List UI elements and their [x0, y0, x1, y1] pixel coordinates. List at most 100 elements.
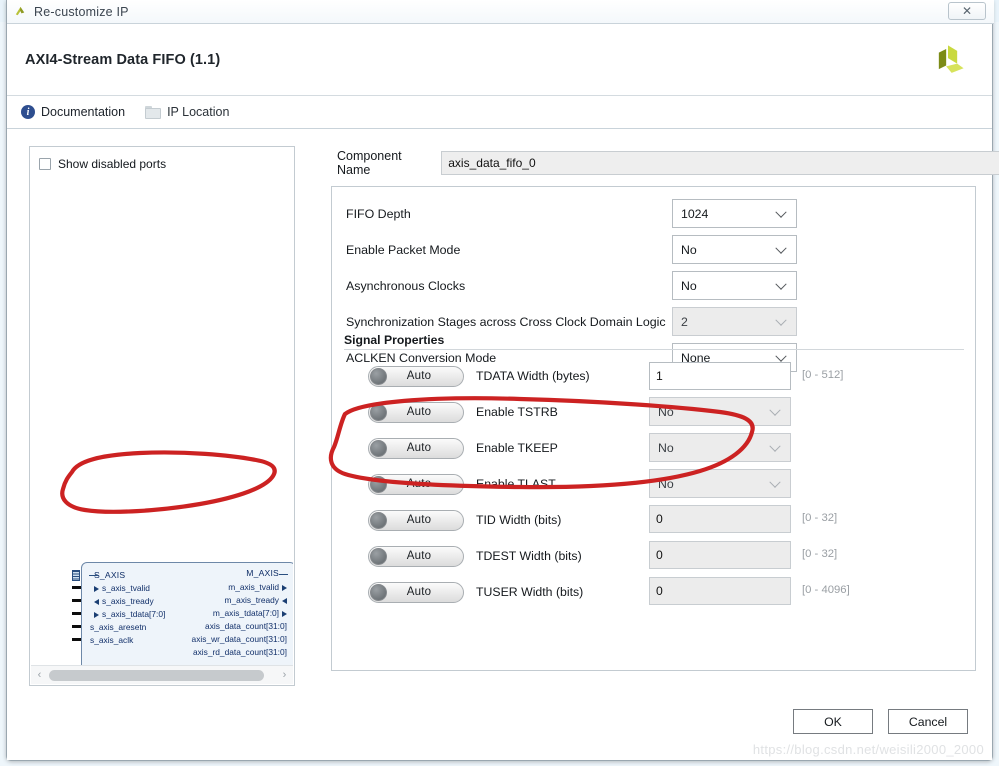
screen-root: Re-customize IP ✕ AXI4-Stream Data FIFO …	[0, 0, 999, 766]
signal-s-axis-tvalid: s_axis_tvalid	[94, 583, 150, 593]
ip-location-button[interactable]: IP Location	[145, 105, 229, 119]
chevron-down-icon	[775, 278, 787, 290]
show-disabled-ports-checkbox[interactable]	[39, 158, 51, 170]
chevron-down-icon	[775, 314, 787, 326]
tdest-width-input[interactable]: 0	[649, 541, 791, 569]
tdata-width-auto-toggle[interactable]: Auto	[368, 365, 464, 387]
toggle-knob-icon	[370, 583, 387, 601]
tuser-width-value: 0	[656, 584, 663, 598]
tid-width-range: [0 - 32]	[802, 512, 838, 524]
tuser-width-range: [0 - 4096]	[802, 584, 850, 596]
tdest-width-value: 0	[656, 548, 663, 562]
tuser-width-label: TUSER Width (bits)	[476, 585, 584, 599]
fifo-depth-select[interactable]: 1024	[672, 199, 797, 228]
asynchronous-clocks-select[interactable]: No	[672, 271, 797, 300]
signal-properties-legend: Signal Properties	[344, 333, 451, 347]
signal-s-axis-aresetn: s_axis_aresetn	[90, 622, 147, 632]
row-enable-tstrb: Auto Enable TSTRB	[368, 398, 558, 426]
toggle-knob-icon	[370, 403, 387, 421]
enable-tkeep-value: No	[658, 440, 674, 455]
row-enable-tkeep: Auto Enable TKEEP	[368, 434, 558, 462]
toggle-knob-icon	[370, 475, 387, 493]
enable-tkeep-auto-toggle[interactable]: Auto	[368, 437, 464, 459]
row-tuser-width: Auto TUSER Width (bits)	[368, 578, 583, 606]
show-disabled-ports-row[interactable]: Show disabled ports	[39, 157, 166, 171]
enable-tstrb-select[interactable]: No	[649, 397, 791, 426]
tdata-width-input[interactable]: 1	[649, 362, 791, 390]
enable-tlast-auto-toggle[interactable]: Auto	[368, 473, 464, 495]
signal-axis-rd-data-count: axis_rd_data_count[31:0]	[192, 647, 287, 657]
scroll-right-icon[interactable]: ›	[276, 669, 293, 681]
dialog-title-bar: Re-customize IP ✕	[7, 0, 994, 24]
row-enable-tlast: Auto Enable TLAST	[368, 470, 556, 498]
page-title: AXI4-Stream Data FIFO (1.1)	[25, 51, 221, 68]
tdest-width-label: TDEST Width (bits)	[476, 549, 582, 563]
tid-width-value: 0	[656, 512, 663, 526]
enable-tstrb-value: No	[658, 404, 674, 419]
slave-interface-label: S_AXIS	[94, 570, 126, 580]
symbol-canvas[interactable]: S_AXIS M_AXIS s_axis_tvalid s_axis_tread…	[31, 177, 293, 665]
chevron-down-icon	[769, 440, 781, 452]
signal-properties-divider	[344, 349, 964, 350]
signal-axis-data-count: axis_data_count[31:0]	[205, 621, 287, 631]
row-tdata-width: Auto TDATA Width (bytes)	[368, 362, 590, 390]
component-name-input[interactable]: axis_data_fifo_0	[441, 151, 999, 175]
tid-width-label: TID Width (bits)	[476, 513, 562, 527]
enable-tkeep-label: Enable TKEEP	[476, 441, 558, 455]
scrollbar-track[interactable]	[48, 666, 276, 685]
component-name-label: Component Name	[337, 149, 402, 177]
signal-axis-wr-data-count: axis_wr_data_count[31:0]	[191, 634, 287, 644]
dialog-toolbar: i Documentation IP Location	[7, 96, 992, 129]
scrollbar-thumb[interactable]	[49, 669, 264, 681]
chevron-down-icon	[769, 404, 781, 416]
toggle-knob-icon	[370, 547, 387, 565]
row-enable-packet-mode: Enable Packet Mode	[346, 235, 460, 265]
enable-packet-mode-value: No	[681, 242, 697, 257]
sync-stages-label: Synchronization Stages across Cross Cloc…	[346, 315, 666, 329]
master-interface-label: M_AXIS	[246, 568, 279, 578]
signal-s-axis-aclk: s_axis_aclk	[90, 635, 134, 645]
toggle-label: Auto	[406, 442, 432, 454]
documentation-button[interactable]: i Documentation	[21, 105, 125, 119]
enable-tstrb-auto-toggle[interactable]: Auto	[368, 401, 464, 423]
xilinx-vivado-icon	[15, 6, 25, 16]
toggle-label: Auto	[406, 550, 432, 562]
enable-packet-mode-select[interactable]: No	[672, 235, 797, 264]
tid-width-input[interactable]: 0	[649, 505, 791, 533]
tuser-width-input[interactable]: 0	[649, 577, 791, 605]
ip-options-panel: FIFO Depth 1024 Enable Packet Mode No As…	[331, 186, 976, 671]
close-button[interactable]: ✕	[948, 2, 986, 20]
tdest-width-range: [0 - 32]	[802, 548, 838, 560]
pin-bus-slave	[72, 570, 80, 581]
recustomize-ip-dialog: Re-customize IP ✕ AXI4-Stream Data FIFO …	[6, 0, 999, 761]
sync-stages-select[interactable]: 2	[672, 307, 797, 336]
chevron-down-icon	[775, 350, 787, 362]
signal-m-axis-tdata: m_axis_tdata[7:0]	[213, 608, 287, 618]
tid-width-auto-toggle[interactable]: Auto	[368, 509, 464, 531]
ip-block-symbol: S_AXIS M_AXIS s_axis_tvalid s_axis_tread…	[72, 562, 293, 665]
enable-tstrb-label: Enable TSTRB	[476, 405, 558, 419]
pin-s-axis-aresetn	[72, 625, 81, 628]
chevron-down-icon	[775, 242, 787, 254]
cancel-button[interactable]: Cancel	[888, 709, 968, 734]
fifo-depth-label: FIFO Depth	[346, 207, 411, 221]
symbol-horizontal-scrollbar[interactable]: ‹ ›	[31, 665, 293, 684]
scroll-left-icon[interactable]: ‹	[31, 669, 48, 681]
toggle-knob-icon	[370, 439, 387, 457]
tuser-width-auto-toggle[interactable]: Auto	[368, 581, 464, 603]
close-icon: ✕	[961, 4, 973, 18]
enable-tlast-value: No	[658, 476, 674, 491]
fifo-depth-value: 1024	[681, 206, 709, 221]
tdest-width-auto-toggle[interactable]: Auto	[368, 545, 464, 567]
row-tdest-width: Auto TDEST Width (bits)	[368, 542, 582, 570]
pin-s-axis-tdata	[72, 612, 81, 615]
enable-packet-mode-label: Enable Packet Mode	[346, 243, 461, 257]
ip-symbol-panel: Show disabled ports S_AXIS M_AXIS s_axis…	[29, 146, 295, 686]
pin-s-axis-tready	[72, 599, 81, 602]
sync-stages-value: 2	[681, 314, 688, 329]
ok-button[interactable]: OK	[793, 709, 873, 734]
toggle-knob-icon	[370, 511, 387, 529]
enable-tkeep-select[interactable]: No	[649, 433, 791, 462]
enable-tlast-select[interactable]: No	[649, 469, 791, 498]
tdata-width-range: [0 - 512]	[802, 369, 844, 381]
